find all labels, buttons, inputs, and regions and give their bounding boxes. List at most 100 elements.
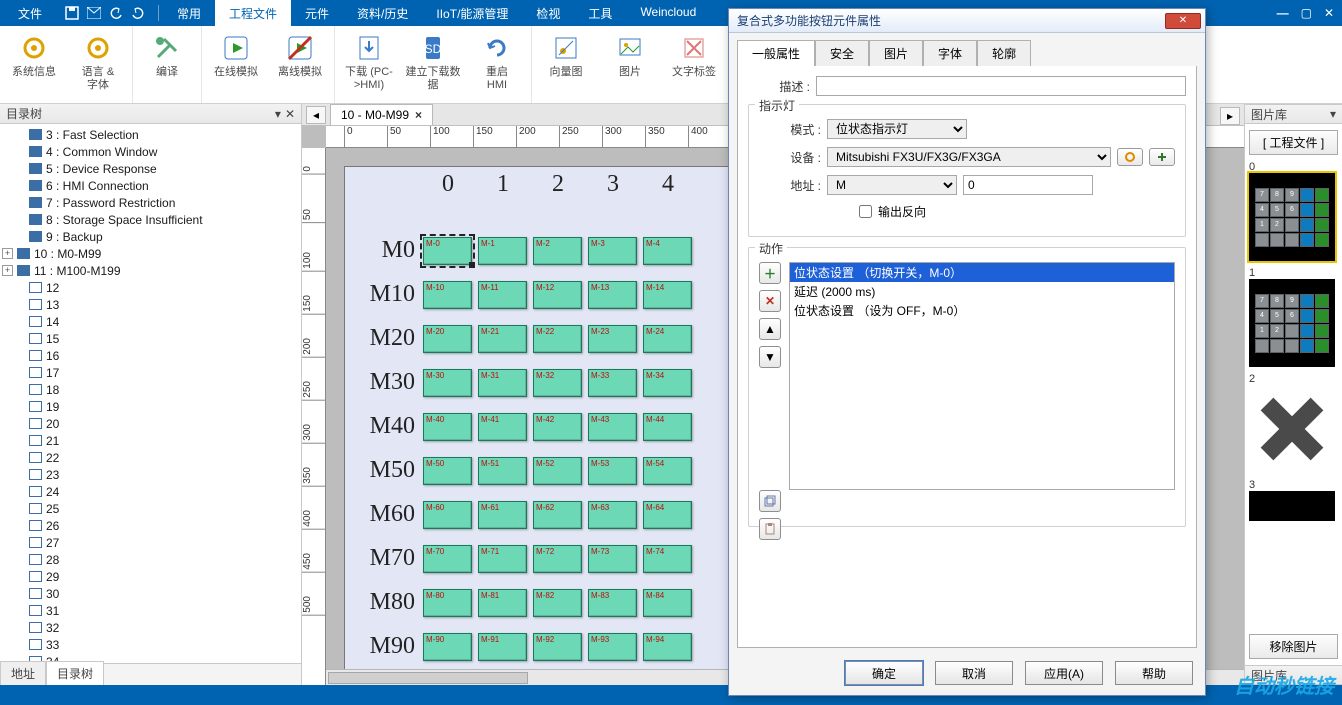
- grid-cell[interactable]: M-64: [643, 501, 692, 529]
- tree-view[interactable]: 3 : Fast Selection4 : Common Window5 : D…: [0, 124, 301, 663]
- grid-cell[interactable]: M-50: [423, 457, 472, 485]
- grid-cell[interactable]: M-21: [478, 325, 527, 353]
- grid-cell[interactable]: M-30: [423, 369, 472, 397]
- ribbon-button[interactable]: 系统信息: [2, 30, 66, 101]
- tree-bottom-tab[interactable]: 目录树: [46, 661, 104, 685]
- action-delete-button[interactable]: ✕: [759, 290, 781, 312]
- ribbon-tab[interactable]: Weincloud: [626, 0, 710, 26]
- dialog-close-button[interactable]: ✕: [1165, 13, 1201, 29]
- grid-cell[interactable]: M-4: [643, 237, 692, 265]
- tree-item[interactable]: 26: [0, 517, 301, 534]
- tree-item[interactable]: 3 : Fast Selection: [0, 126, 301, 143]
- cancel-button[interactable]: 取消: [935, 661, 1013, 685]
- grid-cell[interactable]: M-10: [423, 281, 472, 309]
- ribbon-tab[interactable]: 元件: [291, 0, 343, 26]
- grid-cell[interactable]: M-61: [478, 501, 527, 529]
- library-remove-button[interactable]: 移除图片: [1249, 634, 1338, 659]
- tree-item[interactable]: 32: [0, 619, 301, 636]
- document-tab[interactable]: 10 - M0-M99 ×: [330, 104, 433, 125]
- tree-item[interactable]: 17: [0, 364, 301, 381]
- maximize-icon[interactable]: ▢: [1301, 6, 1312, 20]
- grid-cell[interactable]: M-43: [588, 413, 637, 441]
- doc-tab-nav-left[interactable]: ◂: [306, 106, 326, 124]
- tree-bottom-tab[interactable]: 地址: [0, 661, 46, 685]
- grid-cell[interactable]: M-84: [643, 589, 692, 617]
- tree-item[interactable]: 23: [0, 466, 301, 483]
- grid-cell[interactable]: M-24: [643, 325, 692, 353]
- apply-button[interactable]: 应用(A): [1025, 661, 1103, 685]
- grid-cell[interactable]: M-0: [423, 237, 472, 265]
- grid-cell[interactable]: M-12: [533, 281, 582, 309]
- ribbon-button[interactable]: 语言 & 字体: [66, 30, 130, 101]
- ribbon-tab[interactable]: 资料/历史: [343, 0, 422, 26]
- grid-cell[interactable]: M-54: [643, 457, 692, 485]
- tree-item[interactable]: 19: [0, 398, 301, 415]
- tree-item[interactable]: 8 : Storage Space Insufficient: [0, 211, 301, 228]
- library-project-button[interactable]: [ 工程文件 ]: [1249, 130, 1338, 155]
- grid-cell[interactable]: M-52: [533, 457, 582, 485]
- tree-item[interactable]: 7 : Password Restriction: [0, 194, 301, 211]
- ribbon-tab[interactable]: 工具: [574, 0, 626, 26]
- dialog-tab[interactable]: 图片: [869, 40, 923, 67]
- tree-item[interactable]: 27: [0, 534, 301, 551]
- device-add-icon[interactable]: [1149, 148, 1175, 166]
- desc-input[interactable]: [816, 76, 1186, 96]
- tree-item[interactable]: 5 : Device Response: [0, 160, 301, 177]
- action-list-item[interactable]: 位状态设置 （切换开关，M-0）: [790, 263, 1174, 282]
- redo-icon[interactable]: [130, 5, 146, 21]
- grid-cell[interactable]: M-14: [643, 281, 692, 309]
- tree-item[interactable]: 12: [0, 279, 301, 296]
- ok-button[interactable]: 确定: [845, 661, 923, 685]
- grid-cell[interactable]: M-71: [478, 545, 527, 573]
- grid-cell[interactable]: M-70: [423, 545, 472, 573]
- dialog-tab[interactable]: 一般属性: [737, 40, 815, 67]
- tree-item[interactable]: 20: [0, 415, 301, 432]
- doc-tab-nav-right[interactable]: ▸: [1220, 107, 1240, 125]
- ribbon-button[interactable]: SD建立下载数据: [401, 30, 465, 101]
- ribbon-button[interactable]: 图片: [598, 30, 662, 101]
- tree-item[interactable]: 4 : Common Window: [0, 143, 301, 160]
- ribbon-button[interactable]: 离线模拟: [268, 30, 332, 101]
- grid-cell[interactable]: M-20: [423, 325, 472, 353]
- grid-cell[interactable]: M-13: [588, 281, 637, 309]
- ribbon-tab[interactable]: IIoT/能源管理: [422, 0, 522, 26]
- tree-item[interactable]: +11 : M100-M199: [0, 262, 301, 279]
- tree-item[interactable]: 33: [0, 636, 301, 653]
- grid-cell[interactable]: M-41: [478, 413, 527, 441]
- grid-cell[interactable]: M-32: [533, 369, 582, 397]
- library-item[interactable]: 078945612: [1249, 161, 1338, 261]
- tree-item[interactable]: 30: [0, 585, 301, 602]
- dialog-titlebar[interactable]: 复合式多功能按钮元件属性 ✕: [729, 9, 1205, 33]
- grid-cell[interactable]: M-62: [533, 501, 582, 529]
- grid-cell[interactable]: M-72: [533, 545, 582, 573]
- ribbon-button[interactable]: 向量图: [534, 30, 598, 101]
- tree-item[interactable]: 14: [0, 313, 301, 330]
- library-dropdown-icon[interactable]: ▾: [1330, 107, 1336, 121]
- grid-cell[interactable]: M-11: [478, 281, 527, 309]
- document-tab-close-icon[interactable]: ×: [415, 108, 422, 122]
- tree-item[interactable]: 15: [0, 330, 301, 347]
- action-paste-button[interactable]: [759, 518, 781, 540]
- grid-cell[interactable]: M-3: [588, 237, 637, 265]
- ribbon-button[interactable]: 下载 (PC- >HMI): [337, 30, 401, 101]
- tree-item[interactable]: 31: [0, 602, 301, 619]
- tree-item[interactable]: +10 : M0-M99: [0, 245, 301, 262]
- grid-cell[interactable]: M-51: [478, 457, 527, 485]
- action-list-item[interactable]: 位状态设置 （设为 OFF，M-0）: [790, 301, 1174, 320]
- menu-file[interactable]: 文件: [4, 1, 56, 26]
- grid-cell[interactable]: M-60: [423, 501, 472, 529]
- grid-cell[interactable]: M-82: [533, 589, 582, 617]
- grid-cell[interactable]: M-31: [478, 369, 527, 397]
- grid-cell[interactable]: M-23: [588, 325, 637, 353]
- grid-cell[interactable]: M-53: [588, 457, 637, 485]
- grid-cell[interactable]: M-33: [588, 369, 637, 397]
- save-icon[interactable]: [64, 5, 80, 21]
- dialog-tab[interactable]: 轮廓: [977, 40, 1031, 67]
- grid-cell[interactable]: M-81: [478, 589, 527, 617]
- grid-cell[interactable]: M-1: [478, 237, 527, 265]
- grid-cell[interactable]: M-90: [423, 633, 472, 661]
- tree-item[interactable]: 9 : Backup: [0, 228, 301, 245]
- grid-cell[interactable]: M-83: [588, 589, 637, 617]
- ribbon-button[interactable]: 重启 HMI: [465, 30, 529, 101]
- mail-icon[interactable]: [86, 5, 102, 21]
